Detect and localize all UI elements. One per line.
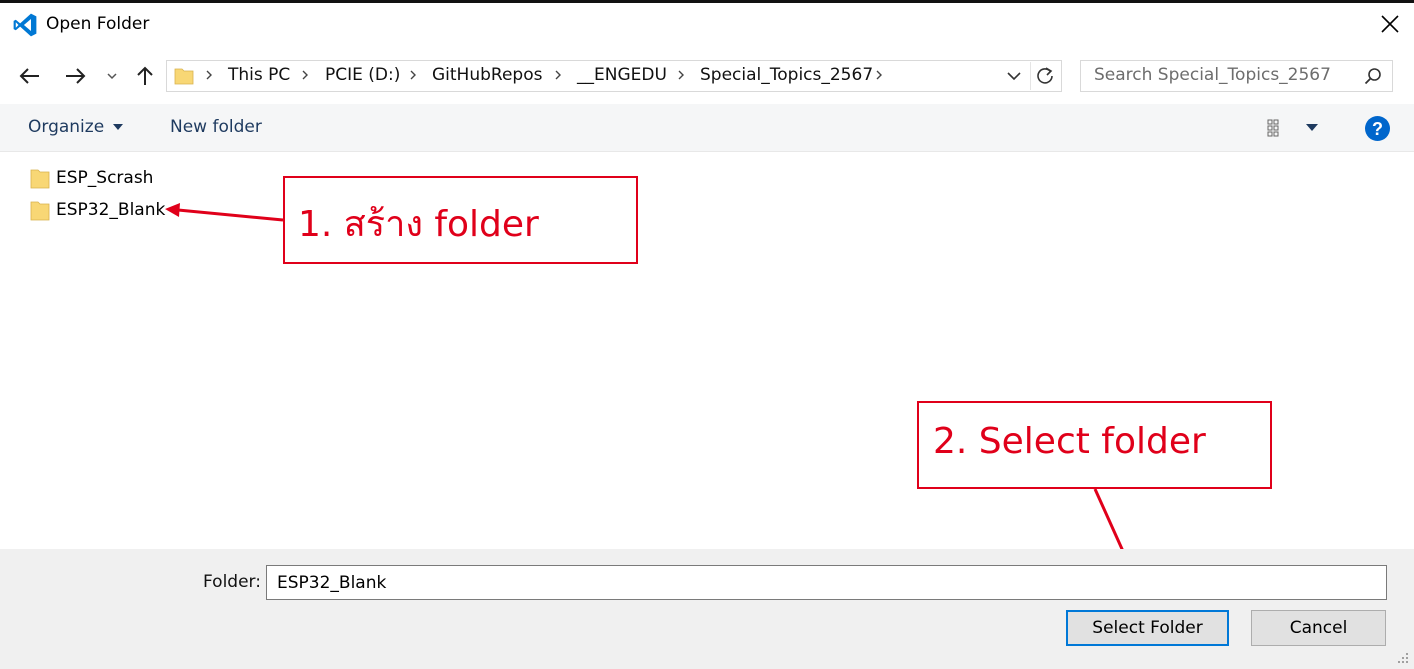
cancel-button[interactable]: Cancel — [1251, 610, 1386, 646]
close-icon[interactable] — [1379, 13, 1401, 35]
chevron-right-icon — [206, 70, 212, 80]
arrow-right-icon — [66, 68, 86, 84]
organize-button[interactable]: Organize — [28, 117, 124, 137]
caret-down-icon — [113, 124, 124, 130]
breadcrumb-special-topics[interactable]: Special_Topics_2567 — [700, 65, 873, 85]
search-icon[interactable] — [1363, 66, 1383, 86]
annotation-text-step2: 2. Select folder — [933, 421, 1206, 462]
title-bar — [0, 3, 1414, 49]
file-name: ESP_Scrash — [56, 168, 154, 188]
help-icon[interactable]: ? — [1364, 115, 1391, 142]
list-item[interactable]: ESP_Scrash — [30, 165, 153, 191]
up-button[interactable] — [130, 61, 160, 91]
annotation-text-step1: 1. สร้าง folder — [298, 204, 539, 245]
svg-text:?: ? — [1372, 119, 1383, 139]
folder-icon — [30, 169, 50, 189]
view-dropdown-icon[interactable] — [1305, 123, 1319, 132]
new-folder-button[interactable]: New folder — [170, 117, 262, 137]
select-folder-button[interactable]: Select Folder — [1066, 610, 1229, 646]
folder-icon — [174, 68, 194, 85]
address-divider — [1030, 62, 1031, 90]
view-options-icon[interactable] — [1266, 118, 1292, 138]
chevron-right-icon — [302, 70, 308, 80]
forward-button[interactable] — [60, 61, 90, 91]
search-placeholder: Search Special_Topics_2567 — [1094, 65, 1331, 85]
recent-locations-button[interactable] — [100, 61, 124, 91]
resize-grip-icon[interactable] — [1396, 651, 1410, 665]
window-title: Open Folder — [46, 14, 150, 34]
annotation-arrow-step1 — [165, 203, 284, 222]
breadcrumb-this-pc[interactable]: This PC — [228, 65, 290, 85]
file-name: ESP32_Blank — [56, 200, 166, 220]
back-button[interactable] — [15, 61, 45, 91]
breadcrumb-drive[interactable]: PCIE (D:) — [325, 65, 400, 85]
chevron-right-icon — [876, 70, 882, 80]
folder-label: Folder: — [203, 572, 261, 592]
arrow-up-icon — [137, 66, 153, 85]
breadcrumb-githubrepos[interactable]: GitHubRepos — [432, 65, 542, 85]
folder-icon — [30, 201, 50, 221]
folder-name-input[interactable] — [266, 565, 1387, 600]
refresh-icon[interactable] — [1034, 65, 1056, 87]
new-folder-label: New folder — [170, 117, 262, 137]
vscode-icon — [13, 13, 37, 37]
arrow-left-icon — [19, 68, 39, 84]
address-dropdown-icon[interactable] — [1006, 70, 1022, 82]
breadcrumb-engedu[interactable]: __ENGEDU — [577, 65, 667, 85]
organize-label: Organize — [28, 117, 105, 137]
list-item[interactable]: ESP32_Blank — [30, 197, 165, 223]
chevron-right-icon — [410, 70, 416, 80]
chevron-right-icon — [678, 70, 684, 80]
chevron-down-icon — [107, 73, 117, 80]
chevron-right-icon — [555, 70, 561, 80]
